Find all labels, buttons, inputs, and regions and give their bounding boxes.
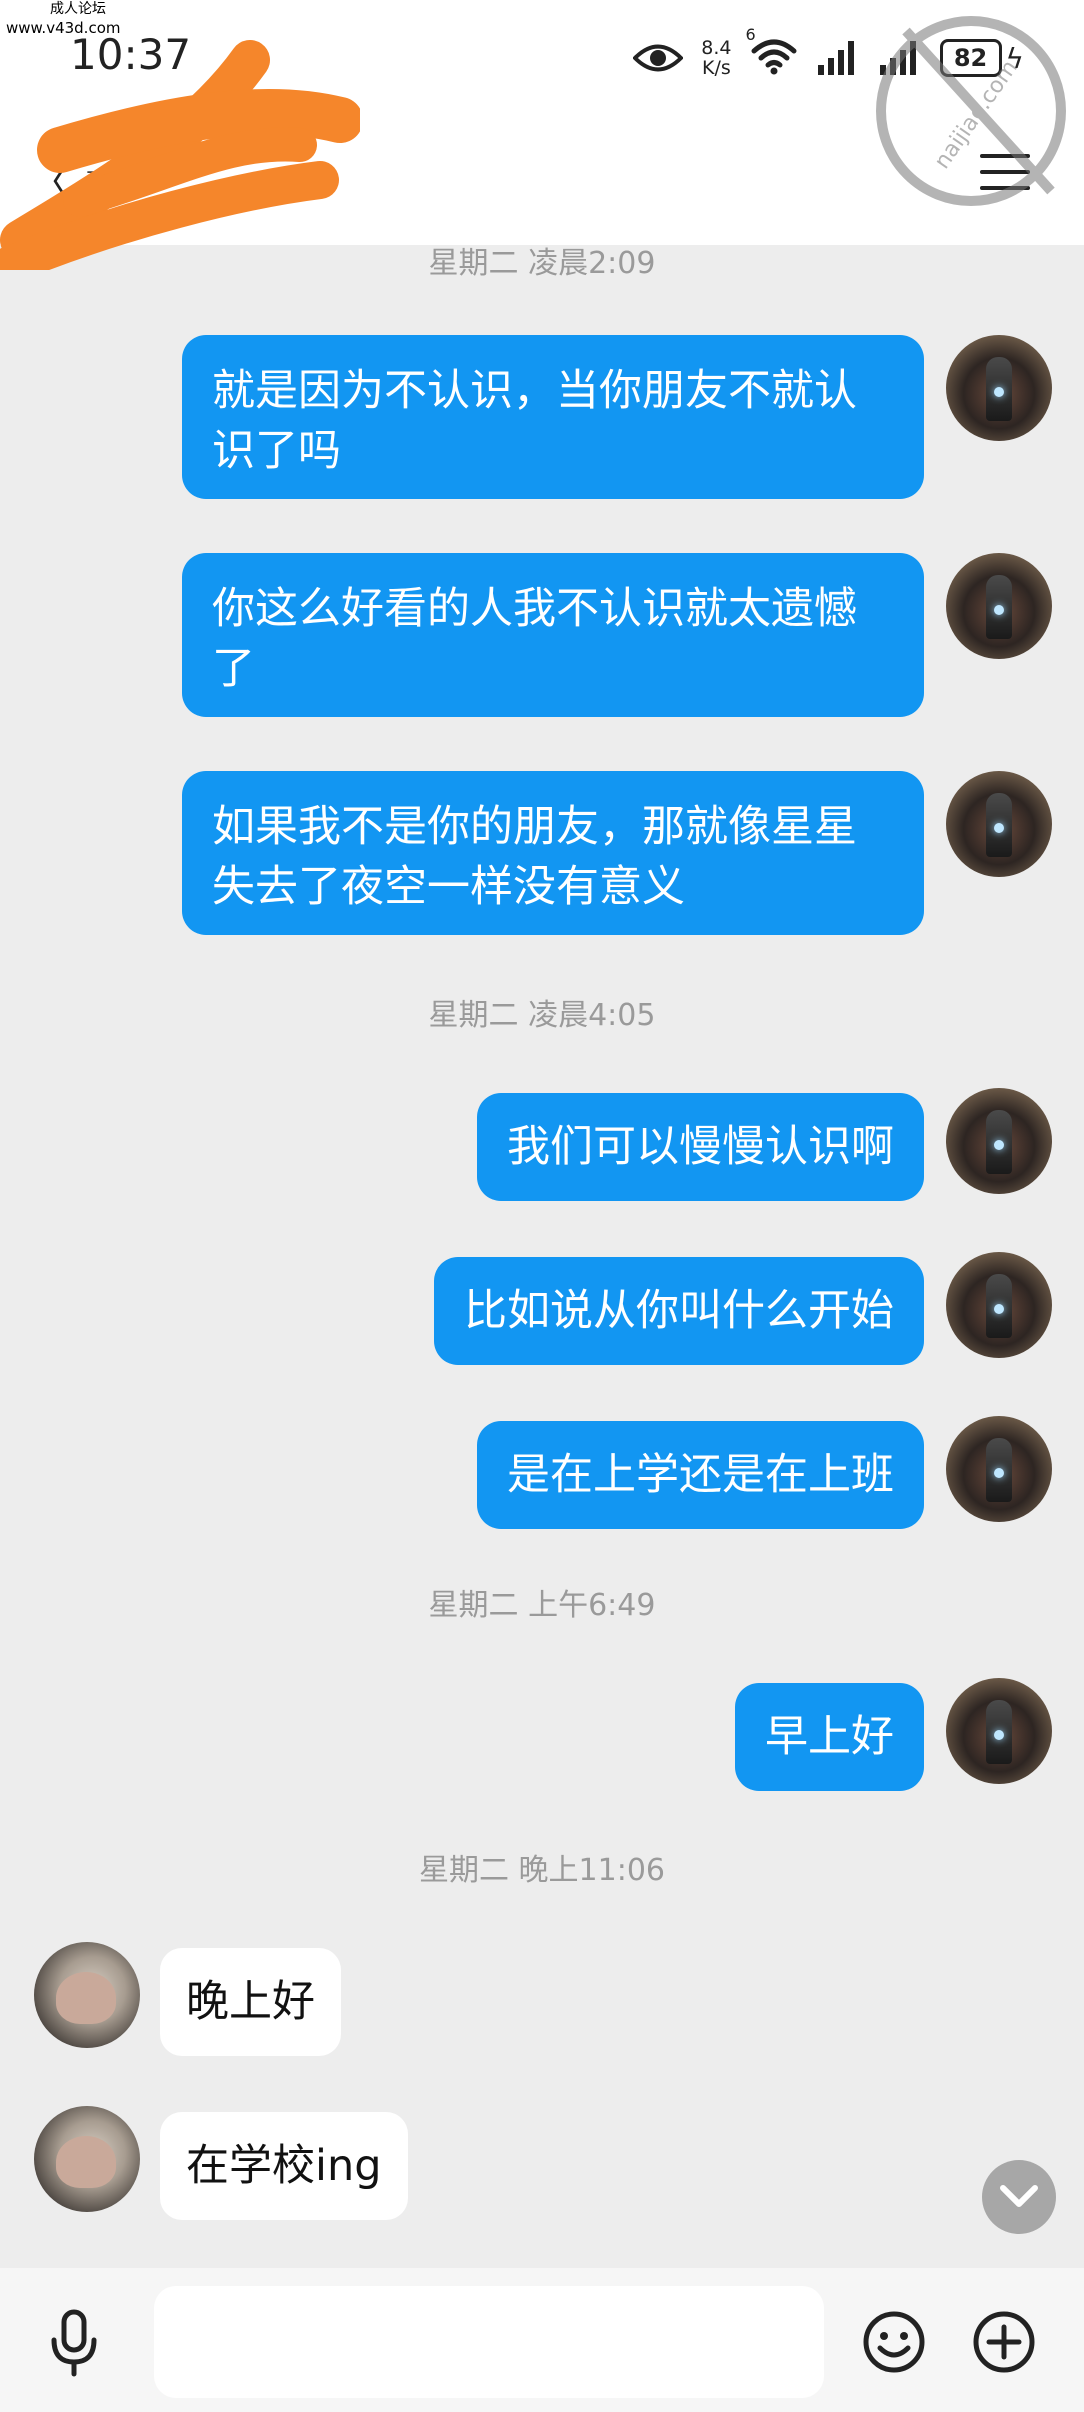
my-avatar[interactable] [946, 1416, 1052, 1522]
wifi-icon [751, 39, 797, 75]
net-speed-value: 8.4 [701, 37, 732, 59]
status-icons: 8.4 K/s 6 82 ϟ [633, 25, 1024, 84]
message-bubble-out[interactable]: 你这么好看的人我不认识就太遗憾了 [182, 553, 924, 717]
my-avatar[interactable] [946, 1678, 1052, 1784]
message-input[interactable] [154, 2286, 824, 2398]
my-avatar[interactable] [946, 1252, 1052, 1358]
net-speed: 8.4 K/s [701, 38, 731, 78]
timestamp: 星期二 晚上11:06 [419, 1853, 665, 1888]
wifi-indicator: 6 [746, 25, 798, 79]
contact-avatar[interactable] [34, 1942, 140, 2048]
message-bubble-in[interactable]: 晚上好 [160, 1948, 341, 2056]
microphone-icon[interactable] [44, 2308, 104, 2378]
site-watermark-cn: 成人论坛 [50, 1, 106, 17]
emoji-icon[interactable] [862, 2310, 926, 2374]
net-speed-unit: K/s [702, 57, 731, 79]
chevron-down-icon [1000, 2185, 1038, 2207]
chat-screen: 成人论坛 www.v43d.com 10:37 8.4 K/s 6 82 ϟ 〈… [0, 0, 1084, 2412]
contact-avatar[interactable] [34, 2106, 140, 2212]
contact-chevron-icon: 〉 [146, 167, 170, 196]
message-bubble-out[interactable]: 如果我不是你的朋友，那就像星星失去了夜空一样没有意义 [182, 771, 924, 935]
message-bubble-out[interactable]: 比如说从你叫什么开始 [434, 1257, 924, 1365]
eye-icon [633, 44, 684, 72]
message-bubble-out[interactable]: 是在上学还是在上班 [477, 1421, 924, 1529]
contact-name: 弓弱 [84, 167, 132, 196]
input-bar [0, 2268, 1084, 2412]
battery-icon: 82 [939, 39, 1002, 77]
status-time: 10:37 [70, 30, 192, 79]
battery-level: 82 [953, 44, 988, 72]
charging-icon: ϟ [1005, 41, 1024, 75]
signal-icon-2 [879, 41, 916, 75]
scroll-to-bottom-button[interactable] [982, 2160, 1056, 2234]
timestamp: 星期二 凌晨4:05 [428, 998, 656, 1033]
menu-icon[interactable] [980, 154, 1030, 194]
back-button[interactable]: 〈 弓弱 〉 [30, 150, 170, 208]
top-bar: 成人论坛 www.v43d.com 10:37 8.4 K/s 6 82 ϟ 〈… [0, 0, 1084, 270]
signal-icon [817, 41, 854, 75]
my-avatar[interactable] [946, 335, 1052, 441]
my-avatar[interactable] [946, 553, 1052, 659]
timestamp: 星期二 上午6:49 [428, 1588, 656, 1623]
my-avatar[interactable] [946, 1088, 1052, 1194]
plus-icon[interactable] [972, 2310, 1036, 2374]
back-arrow-icon: 〈 [30, 160, 70, 206]
message-bubble-out[interactable]: 早上好 [735, 1683, 924, 1791]
my-avatar[interactable] [946, 771, 1052, 877]
message-bubble-out[interactable]: 我们可以慢慢认识啊 [477, 1093, 924, 1201]
message-bubble-in[interactable]: 在学校ing [160, 2112, 408, 2220]
battery-indicator: 82 ϟ [939, 39, 1024, 77]
timestamp: 星期二 凌晨2:09 [428, 246, 656, 281]
wifi-label: 6 [745, 25, 756, 44]
message-bubble-out[interactable]: 就是因为不认识，当你朋友不就认识了吗 [182, 335, 924, 499]
